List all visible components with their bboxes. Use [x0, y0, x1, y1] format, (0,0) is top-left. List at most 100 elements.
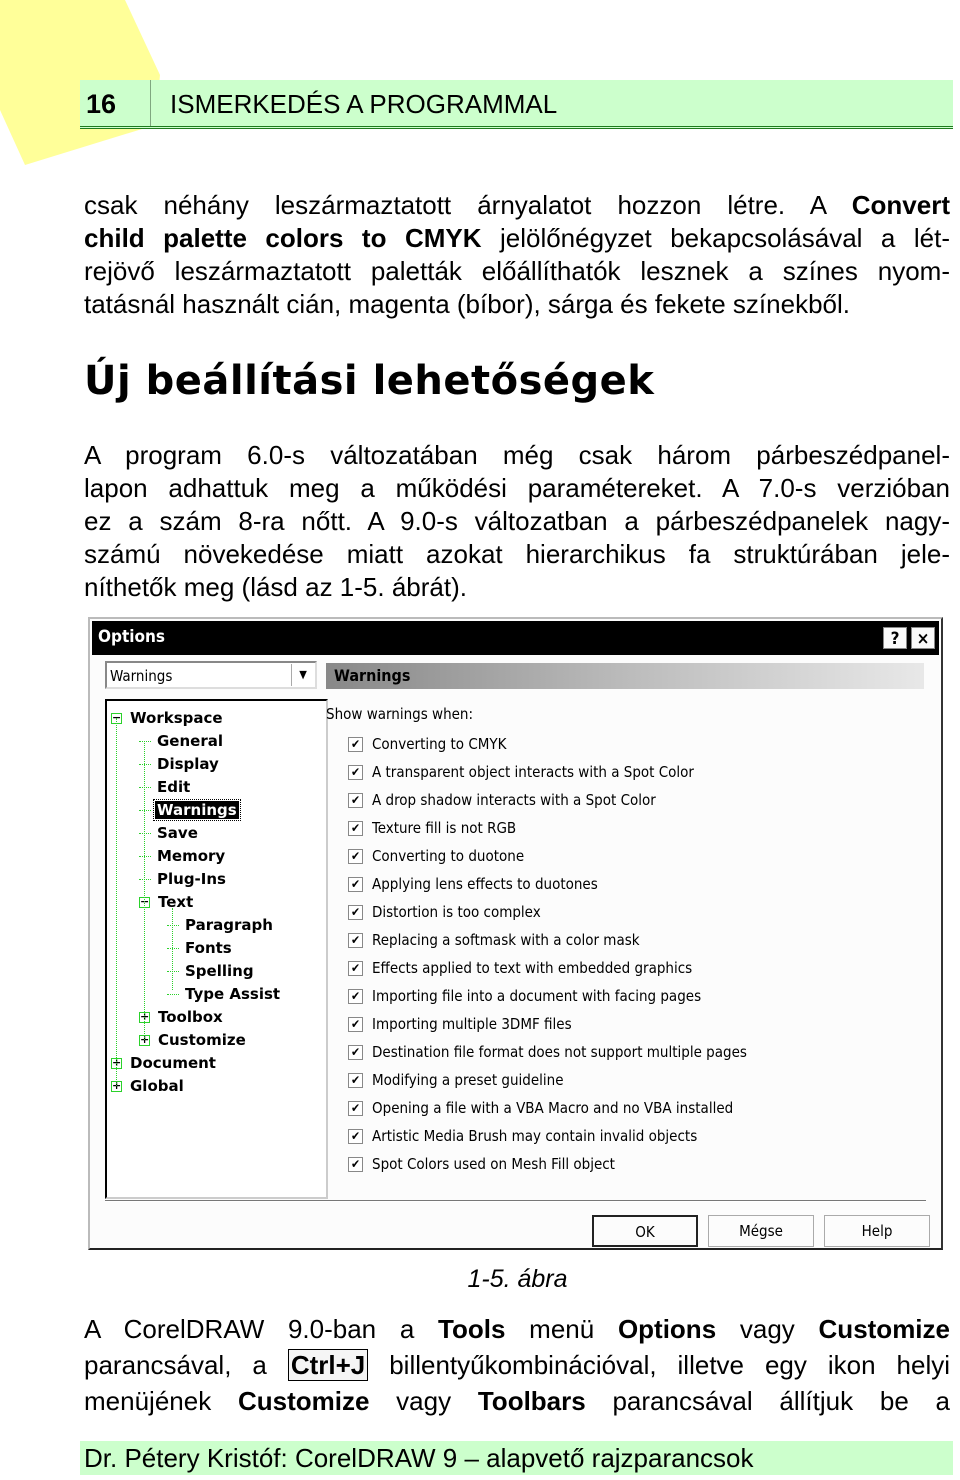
- paragraph-3: A CorelDRAW 9.0-ban a Tools menü Options…: [84, 1311, 950, 1419]
- tree-item-customize[interactable]: + Customize: [139, 1029, 248, 1051]
- checkbox[interactable]: ✔: [348, 1073, 363, 1088]
- tree-connector: [139, 879, 151, 880]
- tree-item-paragraph[interactable]: Paragraph: [167, 914, 275, 936]
- tree-item-label: Edit: [157, 778, 191, 796]
- tree-connector: [167, 994, 179, 995]
- checkbox[interactable]: ✔: [348, 989, 363, 1004]
- tree-item-label: Fonts: [185, 939, 232, 957]
- warning-option[interactable]: ✔ Importing multiple 3DMF files: [348, 1015, 572, 1037]
- tree-connector: [139, 787, 151, 788]
- tree-connector: [172, 908, 173, 990]
- warning-option[interactable]: ✔ Opening a file with a VBA Macro and no …: [348, 1099, 733, 1121]
- tree-connector: [167, 925, 179, 926]
- page-number: 16: [86, 89, 117, 119]
- tree-item-warnings[interactable]: Warnings: [139, 799, 241, 821]
- text-line: számú növekedése miatt azokat hierarchik…: [84, 539, 950, 569]
- checkbox[interactable]: ✔: [348, 961, 363, 976]
- checkbox[interactable]: ✔: [348, 849, 363, 864]
- tree-item-label: Display: [157, 755, 219, 773]
- help-icon[interactable]: ?: [883, 627, 907, 649]
- warning-option[interactable]: ✔ Distortion is too complex: [348, 903, 541, 925]
- category-dropdown[interactable]: Warnings ▼: [105, 661, 317, 689]
- warning-option[interactable]: ✔ Modifying a preset guideline: [348, 1071, 564, 1093]
- warning-option[interactable]: ✔ A drop shadow interacts with a Spot Col…: [348, 791, 656, 813]
- text-line: csak néhány leszármaztatott árnyalatot h…: [84, 190, 950, 220]
- checkbox[interactable]: ✔: [348, 765, 363, 780]
- checkbox[interactable]: ✔: [348, 1157, 363, 1172]
- text-line: lapon adhattuk meg a működési paramétere…: [84, 473, 950, 503]
- text-line: níthetők meg (lásd az 1-5. ábrát).: [84, 572, 467, 602]
- tree-item-global[interactable]: + Global: [111, 1075, 186, 1097]
- header-divider: [150, 80, 151, 126]
- checkbox[interactable]: ✔: [348, 793, 363, 808]
- tree-item-plug-ins[interactable]: Plug-Ins: [139, 868, 228, 890]
- tree-item-spelling[interactable]: Spelling: [167, 960, 256, 982]
- tree-item-general[interactable]: General: [139, 730, 225, 752]
- help-button[interactable]: Help: [824, 1215, 930, 1247]
- checkbox[interactable]: ✔: [348, 1045, 363, 1060]
- ok-button[interactable]: OK: [592, 1215, 698, 1247]
- panel-title: Warnings: [334, 666, 411, 685]
- close-icon[interactable]: ×: [911, 627, 935, 649]
- checkbox[interactable]: ✔: [348, 737, 363, 752]
- category-dropdown-value: Warnings: [110, 667, 173, 685]
- warning-option[interactable]: ✔ Artistic Media Brush may contain invali…: [348, 1127, 697, 1149]
- warning-option[interactable]: ✔ Texture fill is not RGB: [348, 819, 516, 841]
- warning-option-label: Artistic Media Brush may contain invalid…: [372, 1127, 698, 1145]
- tree-connector: [139, 741, 151, 742]
- bold-term: Options: [617, 1314, 717, 1344]
- tree-item-edit[interactable]: Edit: [139, 776, 192, 798]
- cancel-button[interactable]: Mégse: [708, 1215, 814, 1247]
- text-line: rejövő leszármaztatott paletták előállít…: [84, 256, 950, 286]
- figure-caption: 1-5. ábra: [467, 1265, 568, 1293]
- warning-option[interactable]: ✔ Applying lens effects to duotones: [348, 875, 598, 897]
- options-tree[interactable]: − Workspace General Display Edit Warnings Save…: [105, 699, 328, 1199]
- tree-item-label: Text: [158, 893, 194, 911]
- chevron-down-icon[interactable]: ▼: [291, 664, 314, 686]
- warning-option-label: Opening a file with a VBA Macro and no V…: [372, 1099, 734, 1117]
- paragraph-2: A program 6.0-s változatában még csak há…: [84, 439, 950, 604]
- tree-item-label: Spelling: [185, 962, 254, 980]
- warning-option-label: Destination file format does not support…: [372, 1043, 747, 1061]
- checkbox[interactable]: ✔: [348, 1101, 363, 1116]
- warning-option[interactable]: ✔ Importing file into a document with fac…: [348, 987, 701, 1009]
- warning-option[interactable]: ✔ Effects applied to text with embedded g…: [348, 959, 692, 981]
- tree-item-label: Workspace: [130, 709, 223, 727]
- tree-item-type-assist[interactable]: Type Assist: [167, 983, 282, 1005]
- tree-item-text[interactable]: − Text: [139, 891, 195, 913]
- text-line: child palette colors to CMYK jelölőnégyz…: [84, 223, 950, 253]
- bold-term: Toolbars: [477, 1386, 586, 1416]
- bold-term: Customize: [237, 1386, 370, 1416]
- tree-connector: [139, 856, 151, 857]
- chapter-title: ISMERKEDÉS A PROGRAMMAL: [170, 89, 558, 119]
- warning-option[interactable]: ✔ Converting to duotone: [348, 847, 524, 869]
- text-line: parancsával, a Ctrl+J billentyűkombináci…: [84, 1349, 950, 1381]
- warning-option[interactable]: ✔ Replacing a softmask with a color mask: [348, 931, 640, 953]
- warning-option-label: Replacing a softmask with a color mask: [372, 931, 640, 949]
- checkbox[interactable]: ✔: [348, 905, 363, 920]
- checkbox[interactable]: ✔: [348, 821, 363, 836]
- warning-option[interactable]: ✔ Converting to CMYK: [348, 735, 507, 757]
- tree-item-label: Document: [130, 1054, 216, 1072]
- warning-option[interactable]: ✔ A transparent object interacts with a S…: [348, 763, 694, 785]
- tree-item-fonts[interactable]: Fonts: [167, 937, 234, 959]
- tree-item-workspace[interactable]: − Workspace: [111, 707, 225, 729]
- checkbox[interactable]: ✔: [348, 877, 363, 892]
- tree-item-save[interactable]: Save: [139, 822, 200, 844]
- warning-option[interactable]: ✔ Spot Colors used on Mesh Fill object: [348, 1155, 615, 1177]
- footer-text: Dr. Pétery Kristóf: CorelDRAW 9 – alapve…: [84, 1443, 754, 1473]
- tree-item-toolbox[interactable]: + Toolbox: [139, 1006, 225, 1028]
- tree-item-memory[interactable]: Memory: [139, 845, 227, 867]
- tree-connector: [139, 833, 151, 834]
- tree-item-display[interactable]: Display: [139, 753, 221, 775]
- checkbox[interactable]: ✔: [348, 933, 363, 948]
- warning-option-label: Distortion is too complex: [372, 903, 541, 921]
- paragraph-1: csak néhány leszármaztatott árnyalatot h…: [84, 189, 950, 321]
- warning-option[interactable]: ✔ Destination file format does not suppor…: [348, 1043, 747, 1065]
- checkbox[interactable]: ✔: [348, 1129, 363, 1144]
- tree-item-document[interactable]: + Document: [111, 1052, 218, 1074]
- text-line: tatásnál használt cián, magenta (bíbor),…: [84, 289, 850, 319]
- checkbox[interactable]: ✔: [348, 1017, 363, 1032]
- warning-option-label: Applying lens effects to duotones: [372, 875, 598, 893]
- tree-item-label: Customize: [158, 1031, 246, 1049]
